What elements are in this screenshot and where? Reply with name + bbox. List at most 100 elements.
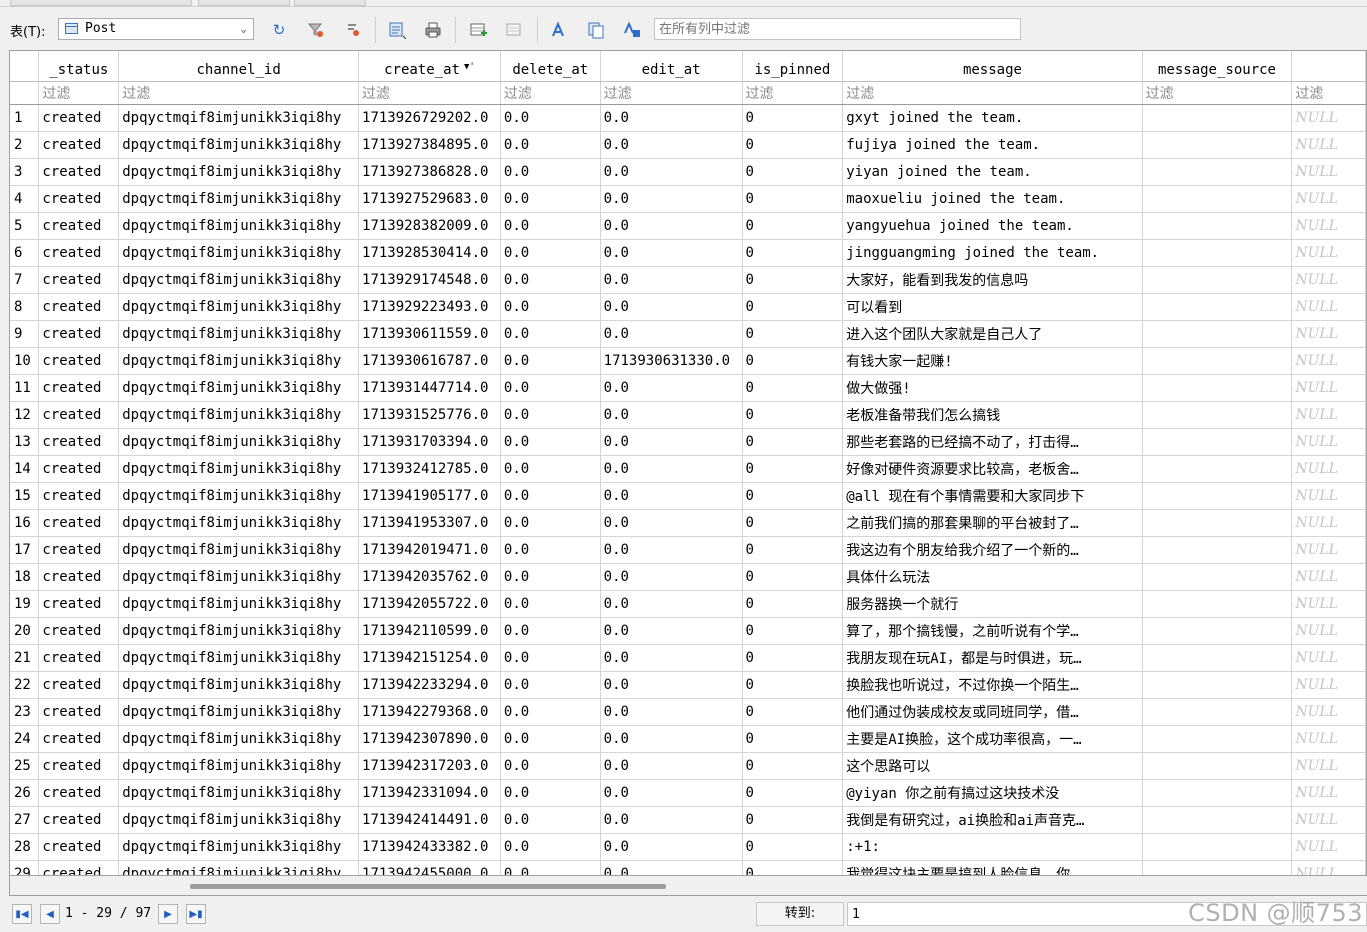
cell-message-source[interactable] [1142,806,1293,834]
cell-null[interactable]: NULL [1291,455,1366,483]
cell-channel-id[interactable]: dpqyctmqif8imjunikk3iqi8hy [118,104,360,132]
cell-status[interactable]: created [38,779,120,807]
cell-status[interactable]: created [38,644,120,672]
cell-delete-at[interactable]: 0.0 [500,698,601,726]
cell-message-source[interactable] [1142,860,1293,875]
cell-channel-id[interactable]: dpqyctmqif8imjunikk3iqi8hy [118,806,360,834]
cell-channel-id[interactable]: dpqyctmqif8imjunikk3iqi8hy [118,401,360,429]
row-number[interactable]: 24 [10,725,40,753]
cell-channel-id[interactable]: dpqyctmqif8imjunikk3iqi8hy [118,698,360,726]
cell-null[interactable]: NULL [1291,590,1366,618]
cell-is-pinned[interactable]: 0 [742,590,844,618]
cell-message-source[interactable] [1142,590,1293,618]
row-number[interactable]: 17 [10,536,40,564]
cell-message[interactable]: 这个思路可以 [842,752,1143,780]
cell-message[interactable]: 他们通过伪装成校友或同班同学，借… [842,698,1143,726]
next-page-icon[interactable]: ▶ [158,904,178,924]
cell-delete-at[interactable]: 0.0 [500,104,601,132]
cell-null[interactable]: NULL [1291,401,1366,429]
cell-status[interactable]: created [38,833,120,861]
cell-is-pinned[interactable]: 0 [742,536,844,564]
row-number[interactable]: 12 [10,401,40,429]
cell-status[interactable]: created [38,104,120,132]
cell-message-source[interactable] [1142,320,1293,348]
cell-null[interactable]: NULL [1291,158,1366,186]
table-row[interactable]: 22 created dpqyctmqif8imjunikk3iqi8hy 17139… [10,671,1366,699]
table-row[interactable]: 25 created dpqyctmqif8imjunikk3iqi8hy 17139… [10,752,1366,780]
cell-edit-at[interactable]: 0.0 [600,833,743,861]
cell-is-pinned[interactable]: 0 [742,455,844,483]
cell-channel-id[interactable]: dpqyctmqif8imjunikk3iqi8hy [118,212,360,240]
cell-delete-at[interactable]: 0.0 [500,266,601,294]
row-number[interactable]: 26 [10,779,40,807]
cell-status[interactable]: created [38,806,120,834]
cell-delete-at[interactable]: 0.0 [500,455,601,483]
cell-delete-at[interactable]: 0.0 [500,158,601,186]
cell-null[interactable]: NULL [1291,212,1366,240]
cell-message-source[interactable] [1142,239,1293,267]
cell-status[interactable]: created [38,131,120,159]
cell-channel-id[interactable]: dpqyctmqif8imjunikk3iqi8hy [118,779,360,807]
cell-delete-at[interactable]: 0.0 [500,806,601,834]
cell-create-at[interactable]: 1713930611559.0 [358,320,501,348]
row-number[interactable]: 18 [10,563,40,591]
row-number[interactable]: 15 [10,482,40,510]
cell-edit-at[interactable]: 0.0 [600,725,743,753]
cell-delete-at[interactable]: 0.0 [500,671,601,699]
cell-null[interactable]: NULL [1291,482,1366,510]
cell-create-at[interactable]: 1713942307890.0 [358,725,501,753]
row-number[interactable]: 22 [10,671,40,699]
column-header-is-pinned[interactable]: is_pinned [742,51,844,82]
cell-status[interactable]: created [38,374,120,402]
cell-message-source[interactable] [1142,779,1293,807]
cell-edit-at[interactable]: 0.0 [600,212,743,240]
row-number[interactable]: 28 [10,833,40,861]
cell-message-source[interactable] [1142,104,1293,132]
cell-null[interactable]: NULL [1291,833,1366,861]
cell-delete-at[interactable]: 0.0 [500,590,601,618]
cell-delete-at[interactable]: 0.0 [500,347,601,375]
cell-create-at[interactable]: 1713942317203.0 [358,752,501,780]
cell-is-pinned[interactable]: 0 [742,482,844,510]
cell-status[interactable]: created [38,563,120,591]
cell-message-source[interactable] [1142,725,1293,753]
cell-delete-at[interactable]: 0.0 [500,239,601,267]
cell-create-at[interactable]: 1713927386828.0 [358,158,501,186]
scrollbar-thumb[interactable] [190,884,666,889]
cell-null[interactable]: NULL [1291,293,1366,321]
cell-null[interactable]: NULL [1291,509,1366,537]
cell-message-source[interactable] [1142,698,1293,726]
table-row[interactable]: 11 created dpqyctmqif8imjunikk3iqi8hy 17139… [10,374,1366,402]
refresh-icon[interactable]: ↻ [268,19,290,41]
table-row[interactable]: 13 created dpqyctmqif8imjunikk3iqi8hy 17139… [10,428,1366,456]
first-page-icon[interactable]: ▮◀ [12,904,32,924]
cell-create-at[interactable]: 1713929174548.0 [358,266,501,294]
table-row[interactable]: 2 created dpqyctmqif8imjunikk3iqi8hy 171392… [10,131,1366,159]
cell-channel-id[interactable]: dpqyctmqif8imjunikk3iqi8hy [118,347,360,375]
cell-channel-id[interactable]: dpqyctmqif8imjunikk3iqi8hy [118,617,360,645]
cell-delete-at[interactable]: 0.0 [500,833,601,861]
cell-null[interactable]: NULL [1291,752,1366,780]
cell-message[interactable]: 进入这个团队大家就是自己人了 [842,320,1143,348]
row-number[interactable]: 23 [10,698,40,726]
cell-create-at[interactable]: 1713931525776.0 [358,401,501,429]
row-number[interactable]: 1 [10,104,40,132]
cell-delete-at[interactable]: 0.0 [500,401,601,429]
cell-status[interactable]: created [38,293,120,321]
cell-message[interactable]: jingguangming joined the team. [842,239,1143,267]
cell-message[interactable]: 算了，那个搞钱慢，之前听说有个学… [842,617,1143,645]
cell-message[interactable]: gxyt joined the team. [842,104,1143,132]
row-number[interactable]: 29 [10,860,40,875]
cell-is-pinned[interactable]: 0 [742,698,844,726]
column-filter-delete-at[interactable]: 过滤 [500,81,601,105]
cell-create-at[interactable]: 1713942055722.0 [358,590,501,618]
cell-message[interactable]: maoxueliu joined the team. [842,185,1143,213]
cell-delete-at[interactable]: 0.0 [500,779,601,807]
cell-message-source[interactable] [1142,374,1293,402]
table-row[interactable]: 23 created dpqyctmqif8imjunikk3iqi8hy 17139… [10,698,1366,726]
table-row[interactable]: 3 created dpqyctmqif8imjunikk3iqi8hy 171392… [10,158,1366,186]
cell-message-source[interactable] [1142,671,1293,699]
cell-edit-at[interactable]: 0.0 [600,104,743,132]
cell-status[interactable]: created [38,536,120,564]
cell-channel-id[interactable]: dpqyctmqif8imjunikk3iqi8hy [118,725,360,753]
